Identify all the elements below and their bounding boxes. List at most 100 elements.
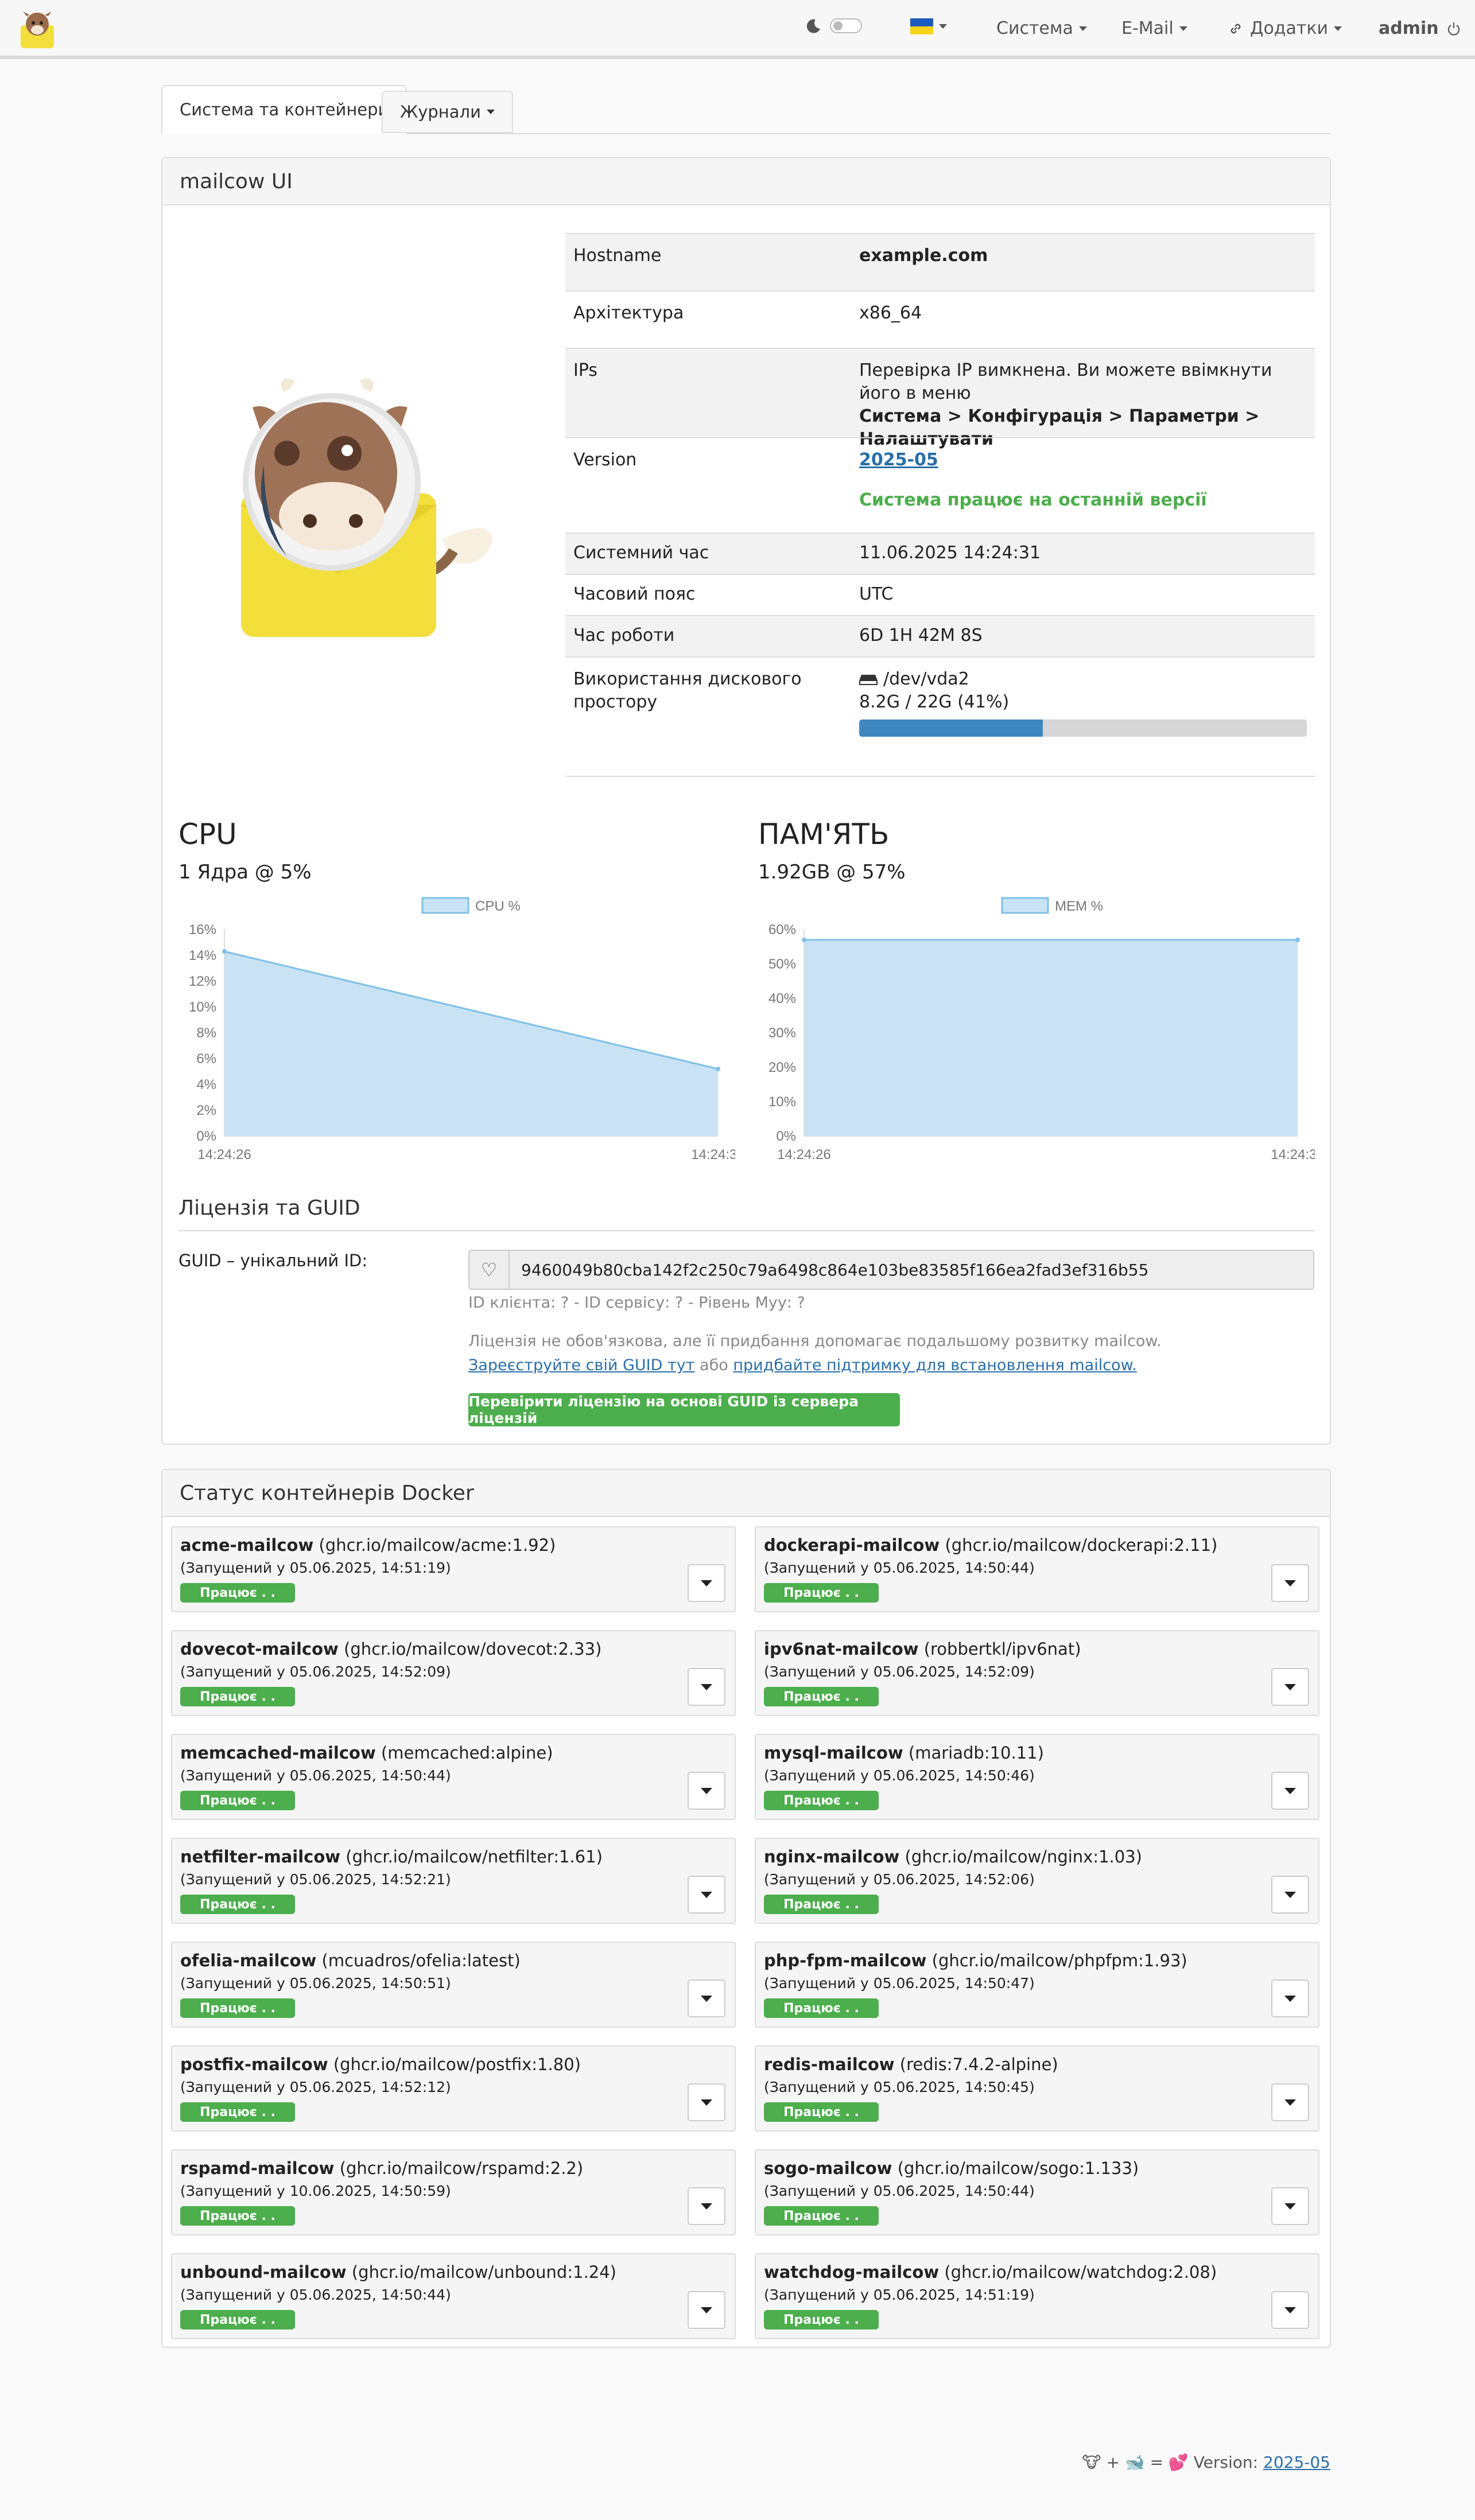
mem-data-point: [802, 938, 806, 942]
container-image: (ghcr.io/mailcow/postfix:1.80): [333, 2055, 581, 2074]
container-actions-dropdown[interactable]: [1271, 2083, 1309, 2121]
container-actions-dropdown[interactable]: [688, 1668, 725, 1706]
cpu-area: [224, 951, 718, 1136]
info-key: IPs: [573, 360, 598, 380]
cpu-legend-swatch: [421, 897, 469, 914]
dark-mode-toggle[interactable]: [805, 17, 862, 34]
mailcow-mascot-icon: [241, 379, 492, 637]
dark-mode-switch[interactable]: [830, 18, 862, 33]
container-actions-dropdown[interactable]: [1271, 2291, 1309, 2329]
tab-label: Система та контейнери: [180, 100, 389, 119]
buy-support-link[interactable]: придбайте підтримку для встановлення mai…: [733, 1356, 1136, 1374]
menu-addons[interactable]: Додатки: [1228, 18, 1342, 38]
cpu-y-tick-label: 4%: [196, 1077, 216, 1092]
chevron-down-icon: [701, 1580, 712, 1586]
chevron-down-icon: [1284, 1995, 1296, 2002]
language-dropdown[interactable]: [910, 18, 947, 34]
container-actions-dropdown[interactable]: [1271, 2187, 1309, 2225]
memory-subtitle: 1.92GB @ 57%: [758, 861, 906, 884]
container-card: postfix-mailcow (ghcr.io/mailcow/postfix…: [171, 2045, 736, 2132]
container-actions-dropdown[interactable]: [688, 2291, 725, 2329]
container-actions-dropdown[interactable]: [1271, 1980, 1309, 2017]
container-actions-dropdown[interactable]: [688, 1772, 725, 1810]
container-actions-dropdown[interactable]: [1271, 1564, 1309, 1602]
mem-legend-swatch: [1001, 897, 1049, 914]
container-image: (mariadb:10.11): [908, 1743, 1044, 1763]
user-menu[interactable]: admin: [1379, 18, 1462, 38]
container-name: watchdog-mailcow: [764, 2262, 940, 2282]
footer-version-link[interactable]: 2025-05: [1263, 2453, 1330, 2472]
cpu-y-tick-label: 0%: [196, 1129, 216, 1144]
panel-title: Статус контейнерів Docker: [162, 1470, 1330, 1517]
container-actions-dropdown[interactable]: [688, 2187, 725, 2225]
container-status-badge: Працює . .: [764, 1687, 879, 1706]
container-card: memcached-mailcow (memcached:alpine) (Зап…: [171, 1734, 736, 1820]
info-key: Часовий пояс: [573, 584, 696, 604]
container-name: nginx-mailcow: [764, 1847, 900, 1866]
register-guid-link[interactable]: Зареєструйте свій GUID тут: [468, 1356, 694, 1374]
info-row-disk: Використання дискового простору /dev/vda…: [565, 656, 1315, 777]
container-status-badge: Працює . .: [764, 2102, 879, 2122]
container-title: sogo-mailcow (ghcr.io/mailcow/sogo:1.133…: [764, 2159, 1139, 2178]
chevron-down-icon: [701, 2307, 712, 2313]
container-title: nginx-mailcow (ghcr.io/mailcow/nginx:1.0…: [764, 1847, 1142, 1866]
container-started: (Запущений у 10.06.2025, 14:50:59): [180, 2183, 451, 2199]
container-status-badge: Працює . .: [180, 1895, 295, 1914]
container-image: (ghcr.io/mailcow/nginx:1.03): [905, 1847, 1142, 1866]
cpu-x-tick-label: 14:24:26: [197, 1147, 251, 1162]
cpu-legend-label: CPU %: [475, 899, 521, 914]
container-name: sogo-mailcow: [764, 2159, 892, 2178]
moon-icon: [806, 19, 820, 33]
container-actions-dropdown[interactable]: [688, 1564, 725, 1602]
ips-text: Перевірка IP вимкнена. Ви можете ввімкну…: [859, 360, 1272, 403]
container-card: redis-mailcow (redis:7.4.2-alpine) (Запущ…: [755, 2045, 1319, 2132]
container-name: unbound-mailcow: [180, 2262, 347, 2282]
power-icon[interactable]: [1446, 21, 1462, 37]
container-actions-dropdown[interactable]: [688, 1876, 725, 1914]
tab-system-containers[interactable]: Система та контейнери: [161, 85, 407, 134]
cpu-y-tick-label: 16%: [189, 922, 216, 938]
tab-logs[interactable]: Журнали: [382, 91, 513, 133]
container-card: php-fpm-mailcow (ghcr.io/mailcow/phpfpm:…: [755, 1942, 1319, 2028]
mem-y-tick-label: 60%: [768, 922, 796, 938]
panel-title: mailcow UI: [162, 158, 1330, 205]
disk-device: /dev/vda2: [883, 669, 969, 689]
container-actions-dropdown[interactable]: [1271, 1668, 1309, 1706]
hostname-value: example.com: [859, 246, 988, 266]
info-row-version: Version 2025-05 Система працює на останн…: [565, 437, 1315, 520]
container-actions-dropdown[interactable]: [1271, 1876, 1309, 1914]
license-links: Зареєструйте свій GUID тут або придбайте…: [468, 1356, 1137, 1374]
ukraine-flag-icon: [910, 18, 933, 34]
cpu-y-tick-label: 12%: [189, 974, 216, 989]
menu-email[interactable]: E-Mail: [1121, 18, 1187, 38]
info-key: Архітектура: [573, 303, 684, 323]
check-license-button[interactable]: Перевірити ліцензію на основі GUID із се…: [468, 1393, 900, 1426]
chevron-down-icon: [701, 2203, 712, 2210]
info-key: Використання дискового простору: [573, 669, 802, 712]
architecture-value: x86_64: [859, 303, 922, 323]
cpu-data-point: [222, 949, 227, 954]
version-link[interactable]: 2025-05: [859, 449, 1313, 472]
divider: [178, 1230, 1315, 1231]
license-title: Ліцензія та GUID: [178, 1196, 360, 1220]
cpu-y-tick-label: 6%: [196, 1051, 216, 1067]
container-status-badge: Працює . .: [764, 1583, 879, 1603]
disk-usage-bar: [859, 720, 1307, 737]
guid-field[interactable]: ♡ 9460049b80cba142f2c250c79a6498c864e103…: [468, 1250, 1314, 1290]
mem-y-tick-label: 0%: [776, 1129, 796, 1144]
info-key: Hostname: [573, 246, 662, 266]
container-actions-dropdown[interactable]: [1271, 1772, 1309, 1810]
menu-system[interactable]: Система: [996, 18, 1087, 38]
mailcow-logo-icon[interactable]: [16, 8, 59, 50]
cpu-subtitle: 1 Ядра @ 5%: [178, 861, 312, 884]
container-started: (Запущений у 05.06.2025, 14:50:46): [764, 1767, 1035, 1784]
container-status-badge: Працює . .: [764, 2206, 879, 2226]
container-actions-dropdown[interactable]: [688, 1980, 725, 2017]
chevron-down-icon: [1284, 2099, 1296, 2106]
info-row-system-time: Системний час 11.06.2025 14:24:31: [565, 532, 1315, 574]
container-image: (mcuadros/ofelia:latest): [321, 1951, 521, 1970]
container-started: (Запущений у 05.06.2025, 14:52:09): [180, 1663, 451, 1680]
guid-value[interactable]: 9460049b80cba142f2c250c79a6498c864e103be…: [510, 1261, 1148, 1280]
container-title: php-fpm-mailcow (ghcr.io/mailcow/phpfpm:…: [764, 1951, 1187, 1970]
container-actions-dropdown[interactable]: [688, 2083, 725, 2121]
